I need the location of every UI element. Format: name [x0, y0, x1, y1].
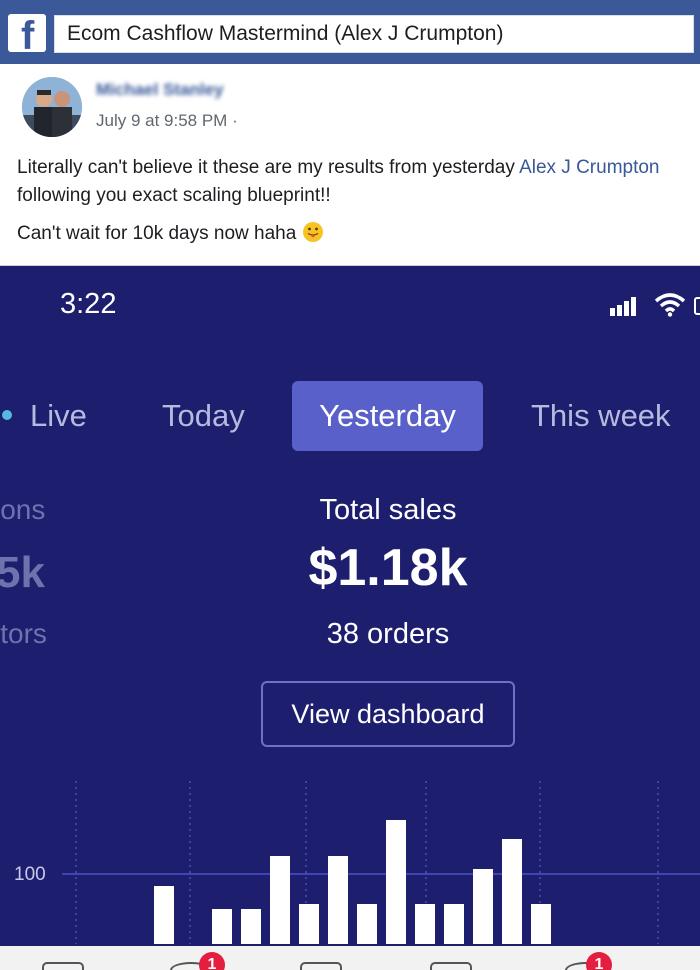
watch-icon[interactable]: [300, 962, 342, 970]
status-time: 3:22: [60, 288, 117, 320]
chart-bar: [444, 904, 464, 944]
chart-bar: [328, 856, 348, 944]
chart-bar: [357, 904, 377, 944]
orders-count: 38 orders: [326, 618, 450, 650]
tab-label: Live: [30, 398, 87, 433]
home-icon[interactable]: [42, 962, 84, 970]
chart-bar: [531, 904, 551, 944]
post-text-part: Literally can't believe it these are my …: [17, 157, 520, 178]
post-text-part: following you exact scaling blueprint!!: [17, 185, 331, 206]
bottom-nav: 1 1: [0, 946, 700, 970]
chart-bar: [241, 909, 261, 944]
group-name[interactable]: Ecom Cashflow Mastermind (Alex J Crumpto…: [54, 15, 694, 53]
live-dot-icon: [2, 410, 12, 420]
facebook-header: f Ecom Cashflow Mastermind (Alex J Crump…: [0, 0, 700, 64]
wifi-icon: [654, 293, 686, 317]
y-tick-label: 100: [14, 864, 46, 885]
sales-bar-chart: 100: [14, 781, 700, 944]
tongue-out-emoji-icon: [302, 222, 323, 242]
chart-bar: [473, 869, 493, 944]
battery-icon: [694, 297, 700, 315]
total-sales-value: $1.18k: [308, 539, 468, 597]
facebook-logo-icon[interactable]: f: [8, 14, 46, 52]
post-text-part: Can't wait for 10k days now haha: [17, 223, 302, 244]
chart-bar: [415, 904, 435, 944]
notification-badge: 1: [199, 952, 225, 970]
facebook-f-glyph: f: [21, 14, 35, 52]
mention-link[interactable]: Alex J Crumpton: [519, 157, 659, 178]
marketplace-icon[interactable]: [430, 962, 472, 970]
avatar[interactable]: [22, 77, 82, 137]
chart-bar: [212, 909, 232, 944]
view-dashboard-button[interactable]: View dashboard: [261, 681, 515, 747]
signal-icon: [610, 297, 636, 316]
post-timestamp[interactable]: July 9 at 9:58 PM ·: [96, 111, 238, 131]
post-paragraph: Literally can't believe it these are my …: [17, 154, 692, 210]
chart-bar: [502, 839, 522, 944]
chart-bar: [270, 856, 290, 944]
post-text: Literally can't believe it these are my …: [17, 154, 692, 258]
chart-bar: [154, 886, 174, 944]
chart-bar: [386, 820, 406, 944]
tab-yesterday[interactable]: Yesterday: [292, 381, 483, 451]
total-sales-label: Total sales: [319, 494, 457, 526]
post-paragraph: Can't wait for 10k days now haha: [17, 220, 692, 248]
chart-bar: [299, 904, 319, 944]
post: Michael Stanley July 9 at 9:58 PM · Lite…: [0, 64, 700, 266]
tab-this-week[interactable]: This week: [531, 381, 671, 451]
analytics-screenshot: 3:22 Live Today Yesterday This week ions…: [0, 266, 700, 946]
author-name[interactable]: Michael Stanley: [96, 80, 224, 100]
tab-live[interactable]: Live: [2, 381, 87, 451]
tab-today[interactable]: Today: [162, 381, 245, 451]
notification-badge: 1: [586, 952, 612, 970]
